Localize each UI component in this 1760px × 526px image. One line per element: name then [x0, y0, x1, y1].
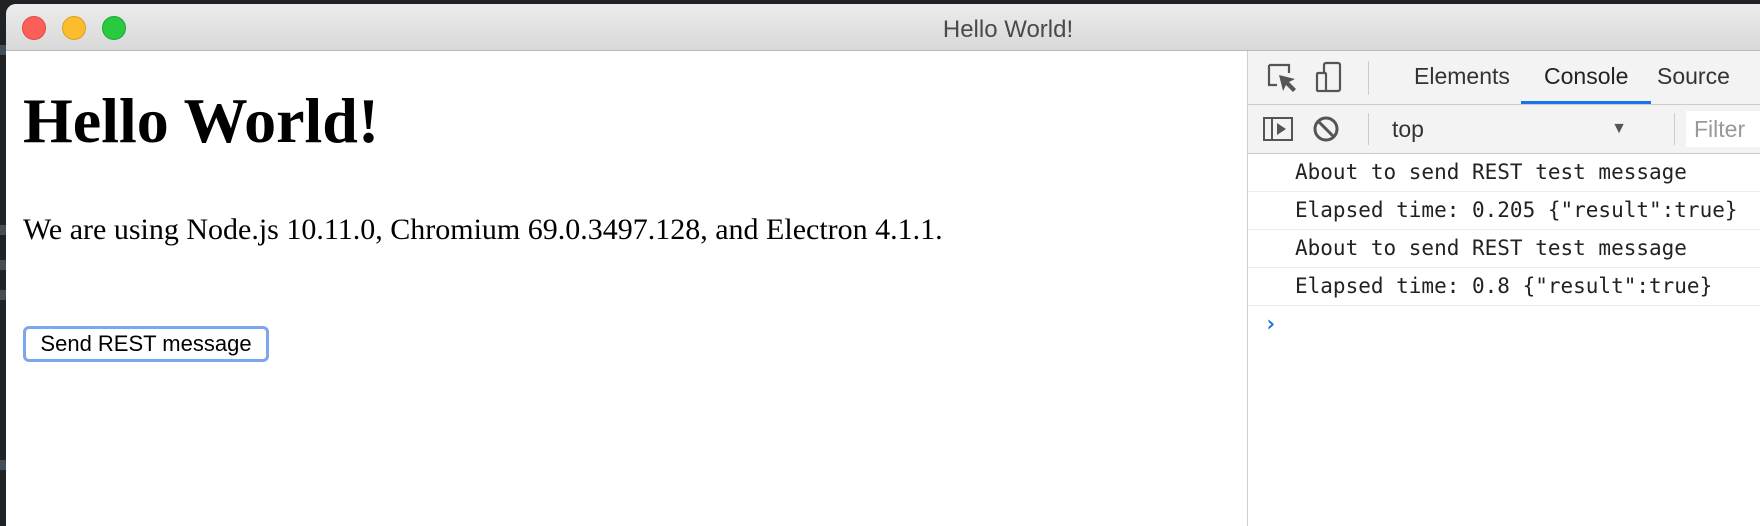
show-sidebar-icon[interactable] — [1260, 111, 1296, 147]
clear-console-icon[interactable] — [1308, 111, 1344, 147]
title-bar: Hello World! — [6, 4, 1760, 51]
tab-elements[interactable]: Elements — [1391, 51, 1533, 104]
page-heading: Hello World! — [23, 85, 380, 156]
console-message: About to send REST test message — [1248, 230, 1760, 268]
console-prompt[interactable]: › — [1248, 306, 1760, 343]
context-selector[interactable]: top ▼ — [1392, 111, 1637, 147]
page-content: Hello World! We are using Node.js 10.11.… — [6, 51, 1247, 526]
toolbar-separator — [1368, 113, 1369, 145]
console-output: About to send REST test message Elapsed … — [1248, 154, 1760, 343]
console-message: About to send REST test message — [1248, 154, 1760, 192]
app-window: Hello World! Hello World! We are using N… — [6, 4, 1760, 526]
version-text: We are using Node.js 10.11.0, Chromium 6… — [23, 213, 943, 246]
window-title: Hello World! — [942, 16, 1074, 43]
console-filter-input[interactable]: Filter — [1686, 111, 1760, 147]
device-toolbar-icon[interactable] — [1312, 60, 1348, 96]
devtools-tab-bar: Elements Console Source — [1248, 51, 1760, 105]
console-toolbar: top ▼ Filter — [1248, 105, 1760, 154]
tab-console[interactable]: Console — [1521, 51, 1652, 104]
devtools-panel: Elements Console Source top ▼ Filter Abo… — [1247, 51, 1760, 526]
console-message: Elapsed time: 0.205 {"result":true} — [1248, 192, 1760, 230]
toolbar-separator — [1368, 61, 1369, 95]
console-message: Elapsed time: 0.8 {"result":true} — [1248, 268, 1760, 306]
send-rest-message-button[interactable]: Send REST message — [23, 326, 269, 362]
dropdown-arrow-icon: ▼ — [1611, 120, 1627, 137]
tab-sources[interactable]: Source — [1634, 51, 1753, 104]
context-value: top — [1392, 116, 1424, 142]
toolbar-separator — [1674, 113, 1675, 145]
inspect-element-icon[interactable] — [1264, 60, 1300, 96]
